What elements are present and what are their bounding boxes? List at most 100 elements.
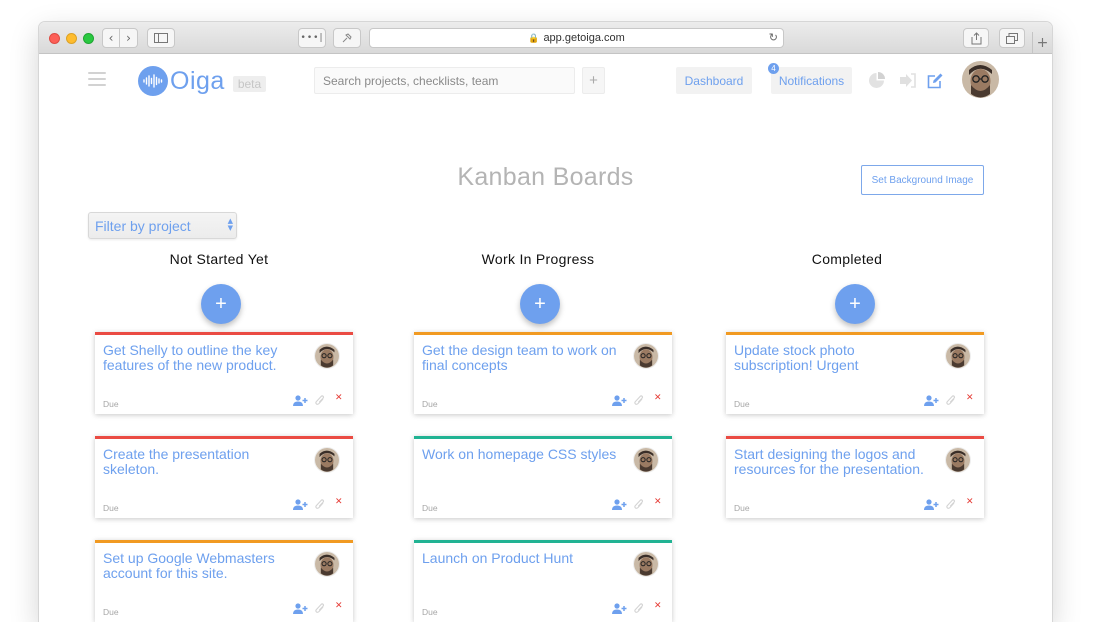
assign-user-icon[interactable]	[293, 602, 308, 614]
set-background-image-button[interactable]: Set Background Image	[861, 165, 984, 195]
delete-icon[interactable]: ✕	[966, 497, 976, 507]
paperclip-icon[interactable]	[946, 497, 956, 509]
edit-icon[interactable]	[927, 72, 944, 89]
delete-icon[interactable]: ✕	[335, 393, 345, 403]
reload-icon[interactable]: ↻	[769, 31, 778, 44]
pie-chart-icon[interactable]	[868, 72, 885, 89]
card-title[interactable]: Start designing the logos and resources …	[734, 447, 930, 476]
forward-button[interactable]: ›	[120, 28, 138, 48]
card-due-label: Due	[103, 399, 119, 409]
kanban-card[interactable]: Create the presentation skeleton. Due ✕	[95, 436, 353, 518]
tabs-icon	[1006, 32, 1018, 44]
kanban-card[interactable]: Get the design team to work on final con…	[414, 332, 672, 414]
user-avatar[interactable]	[962, 61, 999, 98]
assign-user-icon[interactable]	[293, 394, 308, 406]
card-due-label: Due	[103, 607, 119, 617]
sidebar-toggle-button[interactable]	[147, 28, 175, 48]
card-assignee-avatar[interactable]	[315, 552, 339, 576]
card-due-label: Due	[422, 399, 438, 409]
card-assignee-avatar[interactable]	[315, 448, 339, 472]
maximize-window-button[interactable]	[83, 33, 94, 44]
paperclip-icon[interactable]	[634, 393, 644, 405]
paperclip-icon[interactable]	[634, 497, 644, 509]
filter-label: Filter by project	[95, 217, 191, 234]
delete-icon[interactable]: ✕	[654, 601, 664, 611]
card-title[interactable]: Work on homepage CSS styles	[422, 447, 618, 462]
card-assignee-avatar[interactable]	[634, 344, 658, 368]
kanban-card[interactable]: Work on homepage CSS styles Due ✕	[414, 436, 672, 518]
card-assignee-avatar[interactable]	[634, 552, 658, 576]
dashboard-button[interactable]: Dashboard	[676, 67, 752, 94]
select-arrows-icon: ▲ ▼	[227, 217, 233, 232]
card-due-label: Due	[422, 503, 438, 513]
kanban-card[interactable]: Set up Google Webmasters account for thi…	[95, 540, 353, 622]
column-title-not-started: Not Started Yet	[169, 251, 269, 267]
paperclip-icon[interactable]	[315, 393, 325, 405]
share-button[interactable]	[963, 28, 989, 48]
delete-icon[interactable]: ✕	[335, 601, 345, 611]
paperclip-icon[interactable]	[946, 393, 956, 405]
assign-user-icon[interactable]	[924, 498, 939, 510]
kanban-card[interactable]: Start designing the logos and resources …	[726, 436, 984, 518]
pin-icon	[342, 33, 352, 43]
add-card-button-not-started[interactable]: +	[201, 284, 241, 324]
add-card-button-in-progress[interactable]: +	[520, 284, 560, 324]
card-title[interactable]: Create the presentation skeleton.	[103, 447, 299, 476]
delete-icon[interactable]: ✕	[654, 393, 664, 403]
add-card-button-completed[interactable]: +	[835, 284, 875, 324]
assign-user-icon[interactable]	[924, 394, 939, 406]
card-title[interactable]: Set up Google Webmasters account for thi…	[103, 551, 299, 580]
paperclip-icon[interactable]	[315, 601, 325, 613]
menu-icon[interactable]	[88, 72, 106, 86]
new-tab-button[interactable]: +	[1032, 32, 1052, 54]
back-button[interactable]: ‹	[102, 28, 120, 48]
kanban-card[interactable]: Update stock photo subscription! Urgent …	[726, 332, 984, 414]
search-input[interactable]	[314, 67, 575, 94]
assign-user-icon[interactable]	[612, 498, 627, 510]
kanban-card[interactable]: Launch on Product Hunt Due ✕	[414, 540, 672, 622]
address-bar[interactable]: 🔒 app.getoiga.com ↻	[369, 28, 784, 48]
browser-titlebar: ‹ › •••| 🔒 app.getoiga.com ↻ +	[39, 22, 1052, 54]
kanban-card[interactable]: Get Shelly to outline the key features o…	[95, 332, 353, 414]
sidebar-icon	[154, 33, 168, 43]
pin-button[interactable]	[333, 28, 361, 48]
card-title[interactable]: Get the design team to work on final con…	[422, 343, 618, 372]
logo[interactable]: Oiga beta	[138, 66, 267, 96]
card-due-label: Due	[734, 503, 750, 513]
notifications-count-badge: 4	[768, 63, 779, 74]
filter-by-project-select[interactable]: Filter by project ▲ ▼	[88, 212, 237, 239]
assign-user-icon[interactable]	[293, 498, 308, 510]
quick-add-button[interactable]: +	[582, 67, 605, 94]
share-icon	[971, 31, 981, 44]
card-title[interactable]: Launch on Product Hunt	[422, 551, 618, 566]
card-title[interactable]: Update stock photo subscription! Urgent	[734, 343, 930, 372]
card-assignee-avatar[interactable]	[634, 448, 658, 472]
column-title-in-progress: Work In Progress	[481, 251, 595, 267]
delete-icon[interactable]: ✕	[966, 393, 976, 403]
logo-text: Oiga	[170, 66, 225, 95]
url-text: app.getoiga.com	[543, 32, 625, 44]
logout-icon[interactable]	[899, 72, 916, 89]
paperclip-icon[interactable]	[634, 601, 644, 613]
browser-window: ‹ › •••| 🔒 app.getoiga.com ↻ + Oiga beta…	[39, 22, 1052, 622]
lock-icon: 🔒	[528, 32, 540, 43]
card-assignee-avatar[interactable]	[946, 448, 970, 472]
close-window-button[interactable]	[49, 33, 60, 44]
app-content: Oiga beta + Dashboard 4 Notifications	[39, 55, 1052, 622]
notifications-button[interactable]: Notifications	[771, 67, 852, 94]
paperclip-icon[interactable]	[315, 497, 325, 509]
card-assignee-avatar[interactable]	[946, 344, 970, 368]
assign-user-icon[interactable]	[612, 602, 627, 614]
tabs-button[interactable]	[999, 28, 1025, 48]
column-title-completed: Completed	[811, 251, 883, 267]
beta-badge: beta	[232, 76, 267, 92]
delete-icon[interactable]: ✕	[654, 497, 664, 507]
delete-icon[interactable]: ✕	[335, 497, 345, 507]
logo-waveform-icon	[138, 66, 168, 96]
minimize-window-button[interactable]	[66, 33, 77, 44]
card-assignee-avatar[interactable]	[315, 344, 339, 368]
card-title[interactable]: Get Shelly to outline the key features o…	[103, 343, 299, 372]
assign-user-icon[interactable]	[612, 394, 627, 406]
extensions-button[interactable]: •••|	[298, 28, 326, 48]
card-due-label: Due	[103, 503, 119, 513]
